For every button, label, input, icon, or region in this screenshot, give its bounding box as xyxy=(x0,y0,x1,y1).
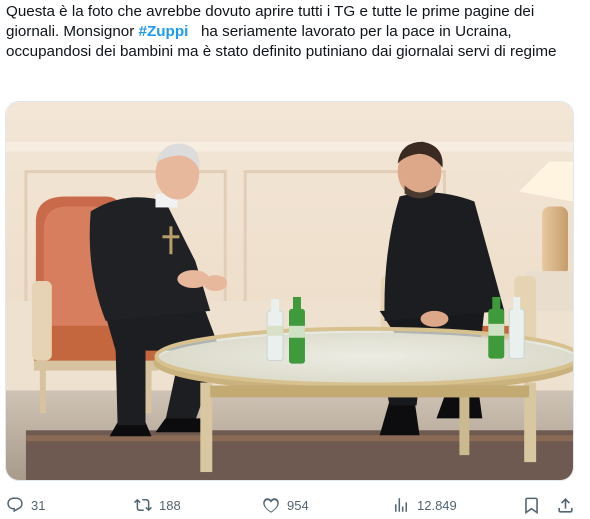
reply-bubble-icon xyxy=(6,496,24,514)
hashtag-link[interactable]: #Zuppi xyxy=(139,23,189,40)
like-count: 954 xyxy=(287,497,309,513)
bookmark-icon xyxy=(522,496,541,515)
reply-button[interactable]: 31 xyxy=(6,492,45,518)
share-upload-icon xyxy=(556,496,575,515)
heart-icon xyxy=(262,496,280,514)
photo-illustration xyxy=(6,102,573,480)
tweet-text: Questa è la foto che avrebbe dovuto apri… xyxy=(6,2,576,62)
bookmark-button[interactable] xyxy=(522,496,541,515)
share-button[interactable] xyxy=(556,496,575,515)
views-button[interactable]: 12.849 xyxy=(392,492,457,518)
repost-arrows-icon xyxy=(134,496,152,514)
bar-chart-icon xyxy=(392,496,410,514)
views-count: 12.849 xyxy=(417,497,457,513)
repost-count: 188 xyxy=(159,497,181,513)
reply-count: 31 xyxy=(31,497,46,513)
tweet-photo[interactable] xyxy=(5,101,574,481)
like-button[interactable]: 954 xyxy=(262,492,309,518)
tweet-action-bar: 31 188 954 12.849 xyxy=(0,492,590,518)
repost-button[interactable]: 188 xyxy=(134,492,181,518)
